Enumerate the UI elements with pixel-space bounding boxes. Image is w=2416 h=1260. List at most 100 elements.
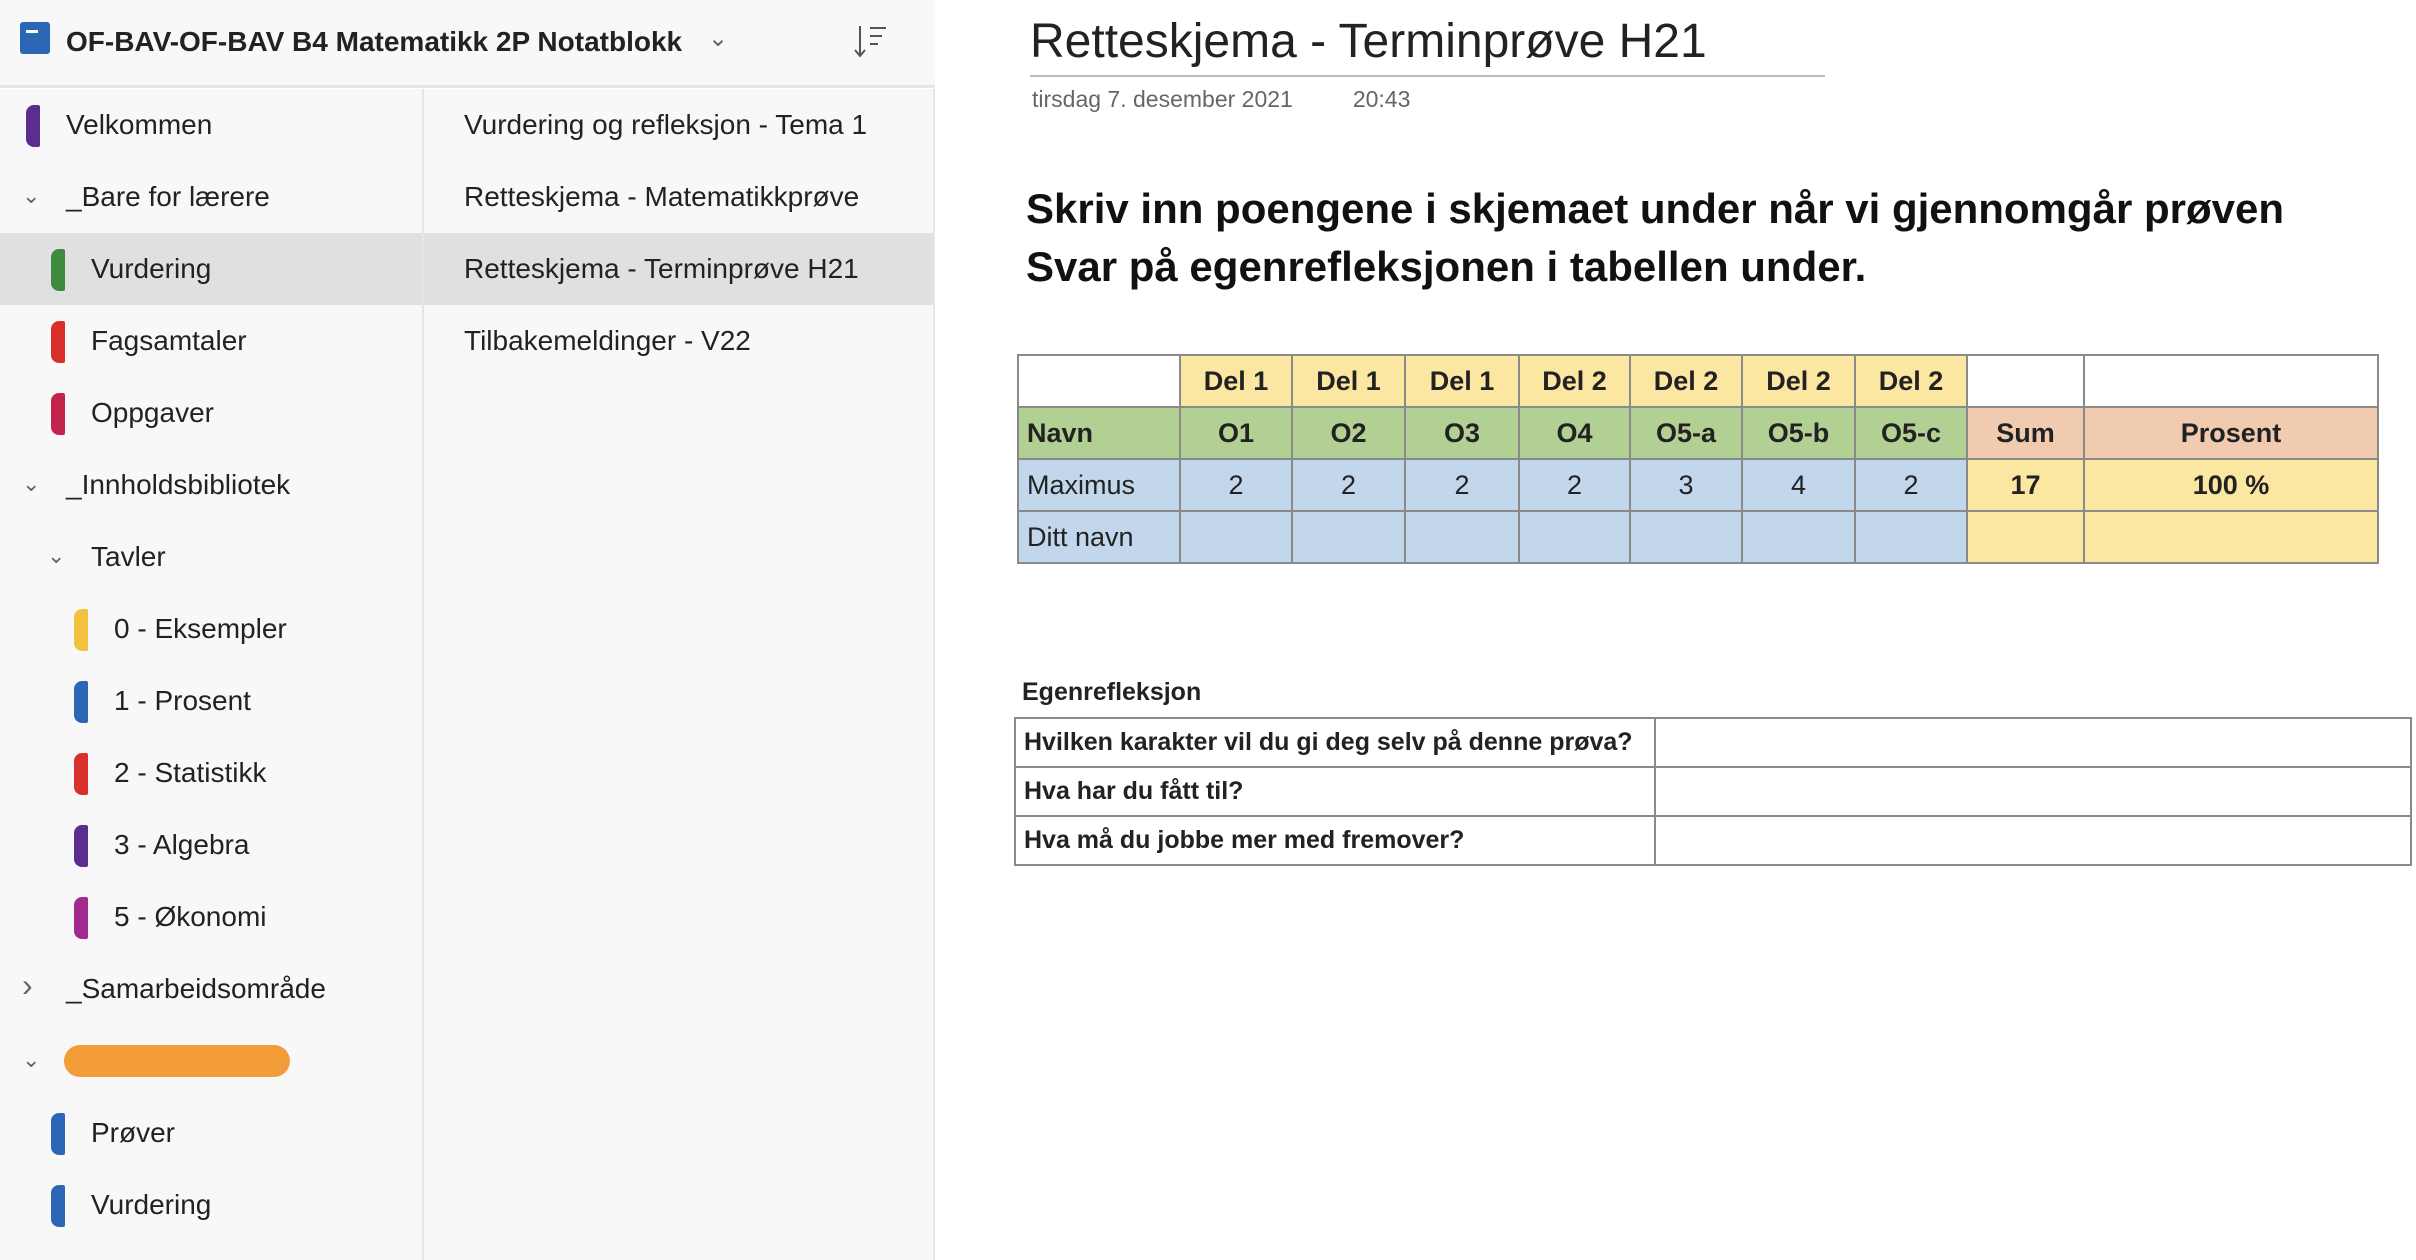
header-cell: Prosent	[2083, 406, 2379, 460]
section-item[interactable]: 3 - Algebra	[0, 809, 422, 881]
page-item[interactable]: Vurdering og refleksjon - Tema 1	[424, 89, 933, 161]
part-cell: Del 2	[1854, 354, 1968, 408]
chevron-down-icon[interactable]: ⌄	[47, 543, 65, 569]
section-color-tab-icon	[51, 393, 65, 435]
section-item[interactable]: › _Samarbeidsområde	[0, 953, 422, 1025]
reflection-question: Hva må du jobbe mer med fremover?	[1014, 815, 1656, 866]
score-cell[interactable]: 2	[1518, 458, 1631, 512]
score-cell[interactable]: 2	[1291, 458, 1406, 512]
score-cell[interactable]: 2	[1854, 458, 1968, 512]
header-cell: O3	[1404, 406, 1520, 460]
section-item[interactable]: Prøver	[0, 1097, 422, 1169]
instructions: Skriv inn poengene i skjemaet under når …	[1026, 180, 2284, 296]
chevron-down-icon[interactable]: ⌄	[22, 183, 40, 209]
section-color-tab-icon	[74, 681, 88, 723]
chevron-down-icon[interactable]: ⌄	[22, 1047, 40, 1073]
score-cell[interactable]: 2	[1404, 458, 1520, 512]
notebook-header: OF-BAV-OF-BAV B4 Matematikk 2P Notatblok…	[0, 0, 935, 88]
parts-row: Del 1 Del 1 Del 1 Del 2 Del 2 Del 2 Del 2	[1017, 354, 2379, 408]
section-item[interactable]: Vurdering	[0, 1169, 422, 1241]
score-cell[interactable]: Ditt navn	[1017, 510, 1181, 564]
reflection-answer[interactable]	[1654, 766, 2412, 817]
reflection-answer[interactable]	[1654, 717, 2412, 768]
section-item[interactable]: Fagsamtaler	[0, 305, 422, 377]
section-item[interactable]: Vurdering	[0, 233, 422, 305]
reflection-row: Hvilken karakter vil du gi deg selv på d…	[1014, 717, 2412, 768]
score-cell[interactable]	[1404, 510, 1520, 564]
score-cell[interactable]	[1966, 510, 2085, 564]
section-item[interactable]: ⌄ _Innholdsbibliotek	[0, 449, 422, 521]
section-label: 3 - Algebra	[114, 829, 250, 860]
page-meta: tirsdag 7. desember 2021 20:43	[1032, 86, 1470, 113]
score-cell[interactable]: 17	[1966, 458, 2085, 512]
page-label: Retteskjema - Matematikkprøve	[464, 181, 860, 212]
score-cell[interactable]	[1629, 510, 1743, 564]
chevron-down-icon[interactable]: ⌄	[22, 471, 40, 497]
section-label: 5 - Økonomi	[114, 901, 267, 932]
section-label: 0 - Eksempler	[114, 613, 287, 644]
header-cell: O4	[1518, 406, 1631, 460]
header-row: Navn O1 O2 O3 O4 O5-a O5-b O5-c Sum Prosent	[1017, 406, 2379, 460]
section-color-tab-icon	[74, 897, 88, 939]
section-item[interactable]: Oppgaver	[0, 377, 422, 449]
reflection-title: Egenrefleksjon	[1022, 678, 1202, 706]
notebook-title[interactable]: OF-BAV-OF-BAV B4 Matematikk 2P Notatblok…	[66, 26, 682, 58]
page-item[interactable]: Retteskjema - Terminprøve H21	[424, 233, 933, 305]
section-item[interactable]: 2 - Statistikk	[0, 737, 422, 809]
part-cell: Del 2	[1629, 354, 1743, 408]
score-cell[interactable]	[1518, 510, 1631, 564]
score-cell[interactable]: 100 %	[2083, 458, 2379, 512]
reflection-question: Hvilken karakter vil du gi deg selv på d…	[1014, 717, 1656, 768]
page-title[interactable]: Retteskjema - Terminprøve H21	[1030, 14, 1825, 77]
section-label: Tavler	[91, 541, 166, 572]
section-color-tab-icon	[26, 105, 40, 147]
score-table: Del 1 Del 1 Del 1 Del 2 Del 2 Del 2 Del 2 Navn O…	[1017, 354, 2379, 564]
score-cell[interactable]	[1179, 510, 1293, 564]
chevron-right-icon[interactable]: ›	[22, 967, 33, 1004]
page-date: tirsdag 7. desember 2021	[1032, 86, 1293, 112]
instruction-line: Svar på egenrefleksjonen i tabellen unde…	[1026, 243, 1867, 290]
reflection-table: Hvilken karakter vil du gi deg selv på d…	[1014, 717, 2412, 866]
page-label: Vurdering og refleksjon - Tema 1	[464, 109, 868, 140]
section-item[interactable]: ⌄ Tavler	[0, 521, 422, 593]
page-item[interactable]: Tilbakemeldinger - V22	[424, 305, 933, 377]
section-item[interactable]: ⌄ _Bare for lærere	[0, 161, 422, 233]
section-item[interactable]: 0 - Eksempler	[0, 593, 422, 665]
notebook-icon	[20, 22, 50, 54]
section-item[interactable]: 5 - Økonomi	[0, 881, 422, 953]
header-cell: O5-c	[1854, 406, 1968, 460]
chevron-down-icon[interactable]: ⌄	[708, 24, 728, 53]
sort-icon[interactable]	[852, 22, 892, 62]
score-row: Maximus 2 2 2 2 3 4 2 17 100 %	[1017, 458, 2379, 512]
section-item[interactable]: 1 - Prosent	[0, 665, 422, 737]
score-cell[interactable]: Maximus	[1017, 458, 1181, 512]
section-item[interactable]: ⌄	[0, 1025, 422, 1097]
part-cell	[1017, 354, 1181, 408]
section-color-tab-icon	[51, 321, 65, 363]
section-label: Prøver	[91, 1117, 175, 1148]
instruction-line: Skriv inn poengene i skjemaet under når …	[1026, 185, 2284, 232]
header-cell: O5-b	[1741, 406, 1856, 460]
page-label: Tilbakemeldinger - V22	[464, 325, 751, 356]
reflection-answer[interactable]	[1654, 815, 2412, 866]
part-cell: Del 2	[1741, 354, 1856, 408]
score-cell[interactable]: 2	[1179, 458, 1293, 512]
page-list: Vurdering og refleksjon - Tema 1 Retteskj…	[424, 89, 935, 1260]
score-row: Ditt navn	[1017, 510, 2379, 564]
header-cell: O1	[1179, 406, 1293, 460]
section-label: Vurdering	[91, 253, 212, 284]
section-label: Vurdering	[91, 1189, 212, 1220]
score-cell[interactable]	[1854, 510, 1968, 564]
section-label: Oppgaver	[91, 397, 214, 428]
section-label: _Bare for lærere	[66, 181, 270, 212]
section-label: _Innholdsbibliotek	[66, 469, 291, 500]
page-label: Retteskjema - Terminprøve H21	[464, 253, 859, 284]
score-cell[interactable]	[1291, 510, 1406, 564]
score-cell[interactable]	[1741, 510, 1856, 564]
score-cell[interactable]: 4	[1741, 458, 1856, 512]
score-cell[interactable]: 3	[1629, 458, 1743, 512]
section-item[interactable]: Velkommen	[0, 89, 422, 161]
score-cell[interactable]	[2083, 510, 2379, 564]
section-list: Velkommen ⌄ _Bare for lærere Vurdering Fagsa…	[0, 89, 424, 1260]
page-item[interactable]: Retteskjema - Matematikkprøve	[424, 161, 933, 233]
